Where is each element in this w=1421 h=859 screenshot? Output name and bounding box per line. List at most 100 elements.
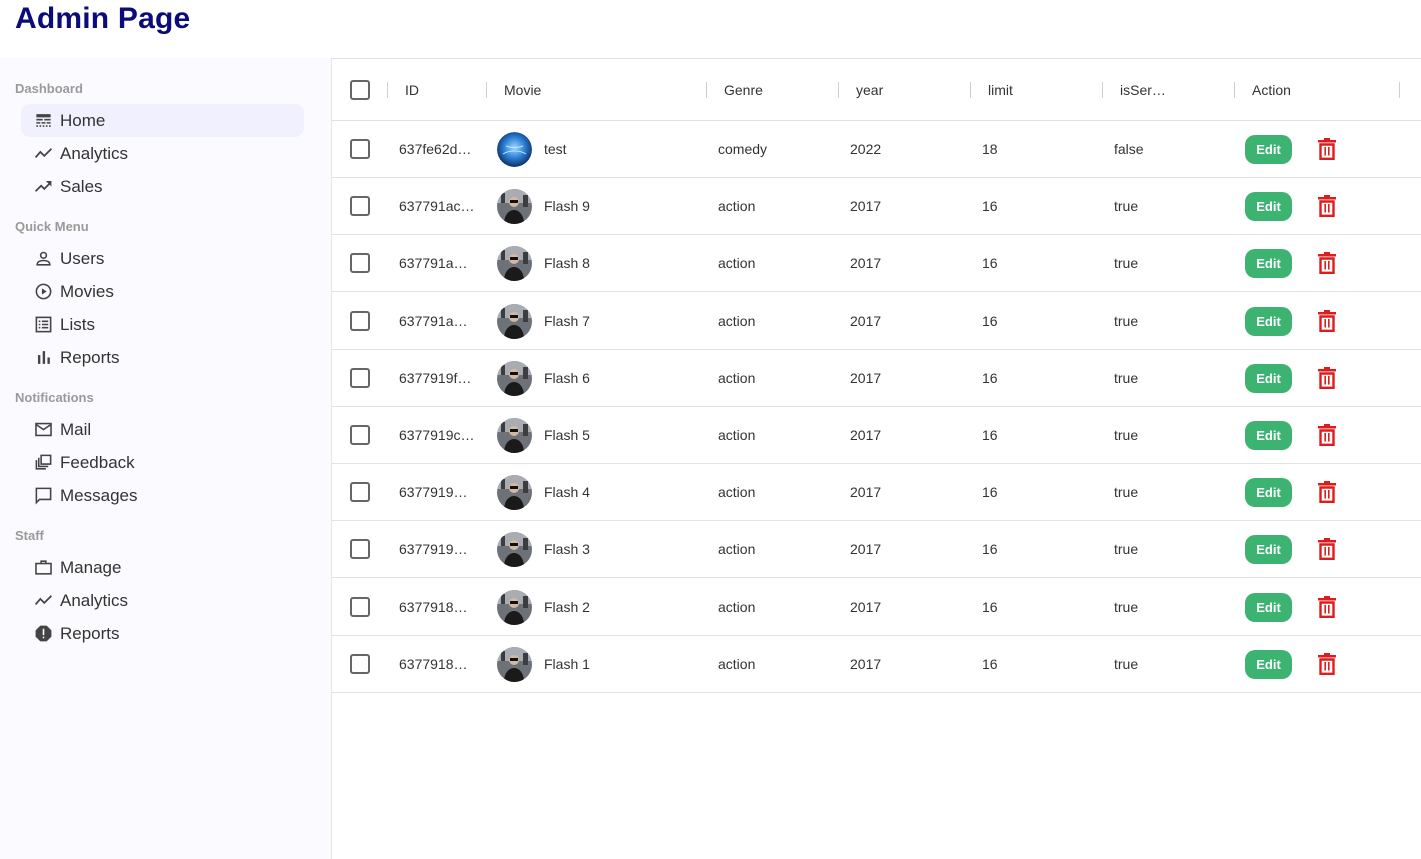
sidebar-item-movies[interactable]: Movies bbox=[21, 275, 304, 308]
sidebar-item-home[interactable]: Home bbox=[21, 104, 304, 137]
cell-is-series: true bbox=[1114, 312, 1139, 329]
table-row[interactable]: 637791a… Flash 8 action 2017 16 true Edit bbox=[332, 235, 1421, 293]
table-row[interactable]: 637791a… Flash 7 action 2017 16 true Edit bbox=[332, 293, 1421, 350]
cell-movie-title: Flash 2 bbox=[544, 598, 590, 615]
edit-button[interactable]: Edit bbox=[1245, 421, 1292, 450]
row-checkbox[interactable] bbox=[350, 139, 370, 159]
sidebar-item-label: Feedback bbox=[60, 452, 135, 472]
cell-year: 2017 bbox=[850, 255, 882, 272]
edit-button[interactable]: Edit bbox=[1245, 363, 1292, 393]
movie-thumbnail bbox=[497, 646, 532, 682]
row-checkbox[interactable] bbox=[350, 425, 370, 445]
delete-icon[interactable] bbox=[1318, 309, 1336, 332]
sidebar-section-dashboard: Dashboard Home Analytics Sales bbox=[0, 79, 304, 203]
cell-is-series: true bbox=[1114, 427, 1139, 443]
row-checkbox[interactable] bbox=[350, 196, 370, 217]
delete-icon[interactable] bbox=[1318, 366, 1336, 389]
column-header-isseries[interactable]: isSer… bbox=[1120, 59, 1166, 121]
cell-movie-title: Flash 9 bbox=[544, 198, 590, 215]
cell-movie-title: Flash 3 bbox=[544, 541, 590, 558]
column-separator[interactable] bbox=[1234, 82, 1235, 98]
table-row[interactable]: 637fe62d… test comedy 2022 18 false Edit bbox=[332, 121, 1421, 178]
cell-limit: 16 bbox=[982, 598, 998, 615]
movie-thumbnail bbox=[497, 475, 532, 511]
sidebar-section-title: Quick Menu bbox=[15, 219, 89, 234]
edit-button[interactable]: Edit bbox=[1245, 249, 1292, 279]
column-separator[interactable] bbox=[1102, 82, 1103, 98]
column-header-genre[interactable]: Genre bbox=[724, 59, 763, 121]
table-row[interactable]: 6377919… Flash 3 action 2017 16 true Edit bbox=[332, 521, 1421, 579]
column-header-id[interactable]: ID bbox=[405, 59, 419, 121]
row-checkbox[interactable] bbox=[350, 596, 370, 617]
sidebar-item-messages[interactable]: Messages bbox=[21, 479, 304, 512]
cell-genre: action bbox=[718, 598, 756, 615]
edit-button[interactable]: Edit bbox=[1245, 649, 1292, 679]
sidebar-item-label: Reports bbox=[60, 623, 120, 643]
delete-icon[interactable] bbox=[1318, 538, 1336, 561]
delete-icon[interactable] bbox=[1318, 424, 1336, 446]
cell-limit: 16 bbox=[982, 369, 998, 386]
table-row[interactable]: 6377919c… Flash 5 action 2017 16 true Edit bbox=[332, 407, 1421, 464]
delete-icon[interactable] bbox=[1318, 652, 1336, 675]
row-checkbox[interactable] bbox=[350, 310, 370, 331]
timeline-icon bbox=[33, 591, 53, 611]
delete-icon[interactable] bbox=[1318, 481, 1336, 504]
column-header-action[interactable]: Action bbox=[1252, 59, 1291, 121]
mail-outline-icon bbox=[33, 420, 53, 440]
row-checkbox[interactable] bbox=[350, 253, 370, 274]
delete-icon[interactable] bbox=[1318, 595, 1336, 618]
column-separator[interactable] bbox=[838, 82, 839, 98]
cell-limit: 16 bbox=[982, 541, 998, 558]
edit-button[interactable]: Edit bbox=[1245, 592, 1292, 622]
column-separator[interactable] bbox=[387, 82, 388, 98]
edit-button[interactable]: Edit bbox=[1245, 306, 1292, 336]
sidebar-item-users[interactable]: Users bbox=[21, 242, 304, 275]
sidebar-section-title: Staff bbox=[15, 528, 44, 543]
column-separator[interactable] bbox=[486, 82, 487, 98]
sidebar-item-label: Users bbox=[60, 248, 105, 268]
cell-genre: action bbox=[718, 484, 756, 501]
sidebar-item-feedback[interactable]: Feedback bbox=[21, 446, 304, 479]
cell-is-series: true bbox=[1114, 255, 1139, 272]
sidebar-item-lists[interactable]: Lists bbox=[21, 308, 304, 341]
cell-movie-title: Flash 8 bbox=[544, 255, 590, 272]
column-header-limit[interactable]: limit bbox=[988, 59, 1013, 121]
edit-button[interactable]: Edit bbox=[1245, 135, 1292, 164]
edit-button[interactable]: Edit bbox=[1245, 478, 1292, 508]
column-separator[interactable] bbox=[1399, 82, 1400, 98]
cell-is-series: true bbox=[1114, 598, 1139, 615]
sidebar-item-analytics[interactable]: Analytics bbox=[21, 584, 304, 617]
sidebar-item-manage[interactable]: Manage bbox=[21, 551, 304, 584]
sidebar-item-sales[interactable]: Sales bbox=[21, 170, 304, 203]
sidebar-item-analytics[interactable]: Analytics bbox=[21, 137, 304, 170]
column-header-movie[interactable]: Movie bbox=[504, 59, 541, 121]
column-separator[interactable] bbox=[706, 82, 707, 98]
cell-year: 2017 bbox=[850, 427, 882, 443]
sidebar-item-reports[interactable]: Reports bbox=[21, 341, 304, 374]
row-checkbox[interactable] bbox=[350, 482, 370, 503]
column-separator[interactable] bbox=[970, 82, 971, 98]
data-grid: ID Movie Genre year limit isSer… Action … bbox=[332, 58, 1421, 859]
row-checkbox[interactable] bbox=[350, 367, 370, 388]
cell-genre: action bbox=[718, 312, 756, 329]
delete-icon[interactable] bbox=[1318, 195, 1336, 218]
table-row[interactable]: 6377919f… Flash 6 action 2017 16 true Edit bbox=[332, 350, 1421, 407]
table-row[interactable]: 6377918… Flash 1 action 2017 16 true Edit bbox=[332, 636, 1421, 693]
table-row[interactable]: 6377918… Flash 2 action 2017 16 true Edit bbox=[332, 579, 1421, 636]
sidebar-item-reports[interactable]: Reports bbox=[21, 617, 304, 650]
delete-icon[interactable] bbox=[1318, 252, 1336, 275]
column-header-year[interactable]: year bbox=[856, 59, 883, 121]
row-checkbox[interactable] bbox=[350, 539, 370, 560]
cell-is-series: true bbox=[1114, 198, 1139, 215]
sidebar-item-label: Movies bbox=[60, 281, 114, 301]
select-all-checkbox[interactable] bbox=[350, 80, 370, 100]
delete-icon[interactable] bbox=[1318, 138, 1336, 160]
edit-button[interactable]: Edit bbox=[1245, 192, 1292, 222]
row-checkbox[interactable] bbox=[350, 653, 370, 674]
sidebar-item-mail[interactable]: Mail bbox=[21, 413, 304, 446]
table-row[interactable]: 6377919… Flash 4 action 2017 16 true Edit bbox=[332, 464, 1421, 522]
table-row[interactable]: 637791ac… Flash 9 action 2017 16 true Edit bbox=[332, 178, 1421, 236]
edit-button[interactable]: Edit bbox=[1245, 535, 1292, 565]
cell-year: 2017 bbox=[850, 598, 882, 615]
list-icon bbox=[33, 315, 53, 335]
